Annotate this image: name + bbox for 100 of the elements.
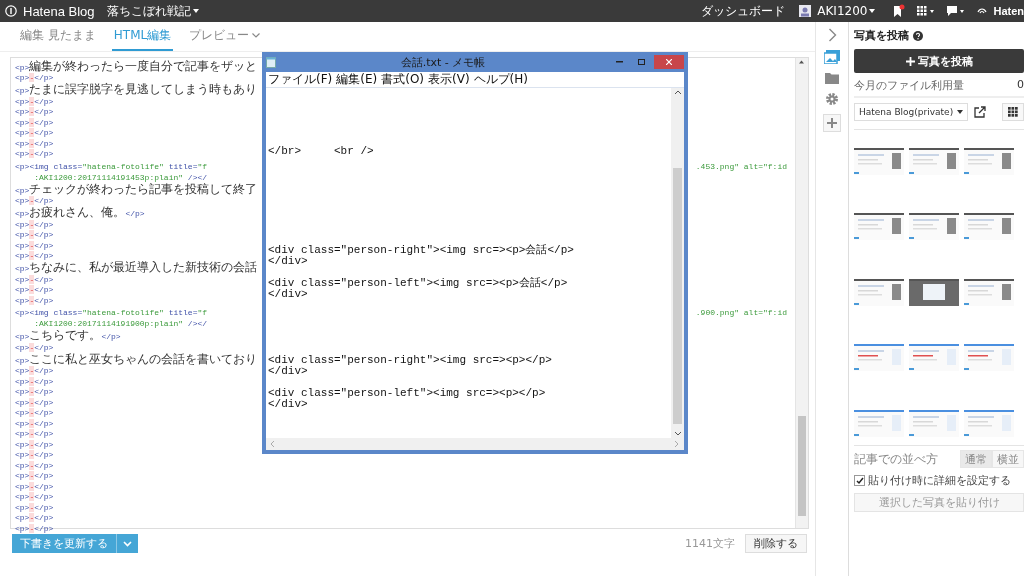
code-line: <p>-</p> [15, 230, 54, 241]
code-line: :AKI1200:20171114191900p:plain" /></ [33, 319, 208, 330]
code-line: <p>ここに私と巫女ちゃんの会話を書いており [15, 352, 258, 367]
code-line: <p>-</p> [15, 117, 54, 128]
horizontal-scrollbar[interactable] [266, 438, 684, 450]
panel-title: 写真を投稿 [854, 28, 909, 43]
chevron-icon [252, 33, 261, 38]
menu-item[interactable]: ヘルプ(H) [473, 72, 528, 87]
code-line: <p>-</p> [15, 285, 54, 296]
blog-menu[interactable]: 落ちこぼれ戦記 [106, 2, 199, 20]
code-line: <p>-</p> [15, 513, 54, 524]
character-count: 1141文字 [685, 536, 735, 551]
code-line: <p>-</p> [15, 73, 54, 84]
code-line: <p>-</p> [15, 397, 54, 408]
brand-icon [977, 6, 988, 16]
usage-value: 0 [1017, 78, 1024, 93]
code-line: <p>-</p> [15, 523, 54, 534]
code-line: <p>-</p> [15, 96, 54, 107]
add-button[interactable] [823, 114, 841, 132]
code-line: <p>-</p> [15, 295, 54, 306]
minimize-icon [615, 61, 623, 63]
code-line: <p>-</p> [15, 219, 54, 230]
caret-icon [192, 9, 199, 13]
code-line: <p>-</p> [15, 460, 54, 471]
maximize-icon [637, 59, 645, 65]
caret-icon [957, 110, 964, 114]
plus-icon [827, 118, 837, 128]
menu-item[interactable]: 表示(V) [428, 72, 470, 87]
bookmark-icon[interactable] [891, 4, 906, 18]
code-line: <p>-</p> [15, 274, 54, 285]
code-line: <p>-</p> [15, 376, 54, 387]
close-button[interactable] [654, 55, 684, 69]
image-icon[interactable] [824, 50, 840, 64]
upload-photo-button[interactable]: 写真を投稿 [854, 49, 1024, 73]
logo-text[interactable]: Hatena Blog [23, 3, 95, 19]
dashboard-link[interactable]: ダッシュボード [701, 2, 786, 20]
code-line: <p>-</p> [15, 439, 54, 450]
code-line: <p>-</p> [15, 429, 54, 440]
code-line: <p><img class="hatena-fotolife" title="f [15, 307, 208, 319]
grid-menu-icon[interactable] [917, 6, 936, 16]
arrange-label: 記事での並べ方 [854, 450, 939, 468]
scrollbar[interactable] [795, 58, 808, 528]
code-line: <p>-</p> [15, 492, 54, 503]
code-line: <p>-</p> [15, 196, 54, 206]
menu-item[interactable]: ファイル(F) [268, 72, 333, 87]
brand-text[interactable]: Haten [993, 5, 1024, 17]
menu-item[interactable]: 編集(E) [336, 72, 378, 87]
notepad-icon [266, 56, 276, 68]
code-line: <p>-</p> [15, 450, 54, 461]
code-line: <p>-</p> [15, 387, 54, 398]
scroll-right-icon [674, 440, 680, 448]
scrollbar[interactable] [671, 88, 684, 438]
grid-view-button[interactable] [1002, 103, 1024, 121]
chevron-right-icon[interactable] [827, 28, 837, 42]
scroll-left-icon [269, 440, 275, 448]
album-select[interactable]: Hatena Blog(private) [854, 103, 969, 121]
window-title: 会話.txt - メモ帳 [399, 54, 487, 70]
editor-tab[interactable]: 編集 見たまま [18, 27, 98, 51]
code-line: :AKI1200:20171114191453p:plain" /></ [33, 172, 208, 182]
checkbox[interactable] [854, 475, 865, 486]
code-line: <p>-</p> [15, 502, 54, 513]
usage-label: 今月のファイル利用量 [854, 78, 964, 93]
folder-icon[interactable] [825, 72, 839, 84]
code-line: <p>ちなみに、私が最近導入した新技術の会話 [15, 261, 258, 275]
code-line: <p><img class="hatena-fotolife" title="f [15, 160, 208, 173]
editor-tab[interactable]: プレビュー [187, 27, 263, 51]
code-line: <p>-</p> [15, 107, 54, 118]
code-line: <p>こちらです。</p> [15, 329, 121, 343]
code-line: <p>たまに誤字脱字を見逃してしまう時もあり [15, 83, 258, 97]
plus-icon [905, 56, 915, 66]
user-menu[interactable]: AKI1200 [817, 4, 876, 18]
help-icon[interactable] [913, 30, 923, 41]
scroll-up-icon [796, 58, 807, 66]
code-line: <p>チェックが終わったら記事を投稿して終了 [15, 182, 258, 197]
logo-icon [5, 5, 17, 17]
code-line: <p>-</p> [15, 342, 54, 353]
code-line: <p>-</p> [15, 481, 54, 492]
code-line: .453.png" alt="f:id [695, 160, 788, 173]
external-link-icon[interactable] [974, 106, 987, 118]
avatar-icon [799, 5, 812, 17]
code-line: <p>お疲れさん、俺。</p> [15, 206, 145, 220]
grid-icon [1008, 107, 1018, 117]
settings-icon[interactable] [825, 92, 839, 106]
chevron-icon [123, 540, 132, 547]
caret-icon [869, 9, 876, 13]
checkbox-label: 貼り付け時に詳細を設定する [868, 473, 1011, 488]
delete-button[interactable]: 削除する [745, 534, 807, 553]
scrollbar-thumb[interactable] [673, 168, 682, 424]
code-line: <p>-</p> [15, 471, 54, 482]
code-line: <p>-</p> [15, 149, 54, 160]
arrange-option[interactable]: 横並 [992, 450, 1024, 468]
scrollbar-thumb[interactable] [798, 416, 806, 516]
comment-menu-icon[interactable] [947, 6, 966, 16]
code-line: <p>-</p> [15, 138, 54, 149]
menu-item[interactable]: 書式(O) [381, 72, 425, 87]
code-line: <p>-</p> [15, 128, 54, 139]
code-line: <p>-</p> [15, 408, 54, 419]
code-line: <p>-</p> [15, 240, 54, 251]
code-line: <p>編集が終わったら一度自分で記事をザッと [15, 59, 258, 74]
code-line: .900.png" alt="f:id [695, 307, 788, 319]
